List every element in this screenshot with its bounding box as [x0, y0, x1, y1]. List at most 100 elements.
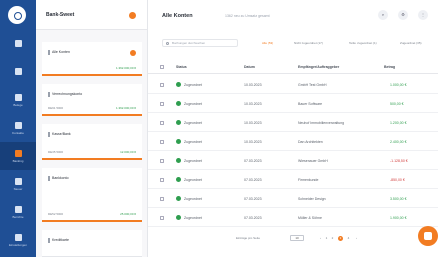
cell-status: Zugeordnet	[184, 159, 202, 163]
table-row[interactable]: Zugeordnet 07.03.2023 Wiesenauer GmbH -1.12…	[148, 152, 438, 170]
document-icon	[14, 93, 22, 101]
row-checkbox[interactable]	[160, 159, 164, 163]
cell-date: 10.03.2023	[244, 121, 262, 125]
filter-toolbar: Buchungen durchsuchen Alle (53) Nicht zu…	[148, 36, 438, 50]
page-prev-icon[interactable]: ‹	[318, 236, 323, 241]
cell-party: Firmenkunde	[298, 178, 319, 182]
drag-handle-icon	[48, 238, 50, 243]
assigned-status-icon	[176, 196, 181, 201]
table-row[interactable]: Zugeordnet 10.03.2023 GmbH Test GmbH 1.000,…	[148, 76, 438, 94]
table-row[interactable]: Zugeordnet 07.03.2023 Schneider Design 3.50…	[148, 190, 438, 208]
chart-icon	[14, 205, 22, 213]
column-header-date[interactable]: Datum	[244, 65, 255, 69]
row-checkbox[interactable]	[160, 121, 164, 125]
cell-status: Zugeordnet	[184, 197, 202, 201]
cell-date: 07.03.2023	[244, 216, 262, 220]
cell-party: Schneider Design	[298, 197, 326, 201]
column-header-status[interactable]: Status	[176, 65, 187, 69]
card-iban: DE91 5000	[48, 106, 64, 110]
notification-badge[interactable]	[129, 12, 136, 19]
panel-header: Bank-Sweet	[36, 0, 147, 30]
app-logo-icon[interactable]	[8, 6, 26, 24]
rail-item-kontakte[interactable]: Kontakte	[0, 114, 36, 142]
table-row[interactable]: Zugeordnet 07.03.2023 Firmenkunde -850,00 €	[148, 171, 438, 189]
assigned-status-icon	[176, 82, 181, 87]
row-checkbox[interactable]	[160, 83, 164, 87]
card-balance: 1.362.000,00 €	[115, 106, 136, 110]
account-card[interactable]: Bankkonto DE52 5000 25.000,00 €	[42, 168, 142, 222]
filter-chip-partial[interactable]: Teilw. zugeordnet (1)	[349, 41, 377, 45]
cell-party: Wiesenauer GmbH	[298, 159, 328, 163]
settings-button[interactable]: ⚙	[398, 10, 408, 20]
cell-status: Zugeordnet	[184, 121, 202, 125]
cell-amount: 1.200,00 €	[390, 121, 407, 125]
account-card[interactable]: Kasse/Bank DE35 5000 12.000,00 €	[42, 124, 142, 160]
more-button[interactable]: ⋮	[418, 10, 428, 20]
page-button[interactable]: 4	[346, 236, 351, 241]
select-all-checkbox[interactable]	[160, 65, 164, 69]
cell-status: Zugeordnet	[184, 178, 202, 182]
column-header-party[interactable]: Empfänger/Auftraggeber	[298, 65, 339, 69]
rail-item-belege[interactable]: Belege	[0, 86, 36, 114]
rail-label: Belege	[13, 102, 23, 107]
cell-party: GmbH Test GmbH	[298, 83, 327, 87]
pager-label: Einträge pro Seite	[236, 236, 261, 240]
cell-party: Bauer Software	[298, 102, 323, 106]
card-name: Alle Konten	[52, 50, 70, 54]
rail-item-steuer[interactable]: Steuer	[0, 170, 36, 198]
status-dot-icon	[130, 50, 136, 56]
row-checkbox[interactable]	[160, 197, 164, 201]
row-checkbox[interactable]	[160, 178, 164, 182]
page-button[interactable]: 2	[330, 236, 335, 241]
rail-item-home[interactable]	[0, 30, 36, 58]
rail-label: Banking	[12, 158, 24, 163]
search-icon	[166, 42, 169, 45]
column-header-amount[interactable]: Betrag	[384, 65, 395, 69]
page-next-icon[interactable]: ›	[354, 236, 359, 241]
card-iban: DE52 5000	[48, 212, 64, 216]
search-button[interactable]: ⌕	[378, 10, 388, 20]
panel-title: Bank-Sweet	[46, 12, 75, 18]
banking-icon	[14, 149, 22, 157]
cell-status: Zugeordnet	[184, 102, 202, 106]
table-row[interactable]: Zugeordnet 07.03.2023 Müller & Söhne 1.900,…	[148, 209, 438, 227]
drag-handle-icon	[48, 50, 50, 55]
cell-date: 10.03.2023	[244, 102, 262, 106]
row-checkbox[interactable]	[160, 140, 164, 144]
rail-item-banking[interactable]: Banking	[0, 142, 36, 170]
row-checkbox[interactable]	[160, 216, 164, 220]
table-row[interactable]: Zugeordnet 10.03.2023 Bauer Software 500,00…	[148, 95, 438, 113]
page-title: Alle Konten	[162, 13, 193, 19]
page-button-active[interactable]: 3	[338, 236, 343, 241]
table-row[interactable]: Zugeordnet 10.03.2023 Neuhof Immobilienver…	[148, 114, 438, 132]
drag-handle-icon	[48, 132, 50, 137]
account-card[interactable]: Verrechnungskonto DE91 5000 1.362.000,00…	[42, 84, 142, 116]
filter-chip-all[interactable]: Alle (53)	[262, 41, 273, 45]
cell-party: Müller & Söhne	[298, 216, 322, 220]
table-row[interactable]: Zugeordnet 10.03.2023 Dan Architekten 2.400…	[148, 133, 438, 151]
rail-item-settings[interactable]: Einstellungen	[0, 226, 36, 254]
cell-date: 07.03.2023	[244, 159, 262, 163]
filter-chip-unassigned[interactable]: Nicht zugeordnet (17)	[294, 41, 323, 45]
cell-status: Zugeordnet	[184, 140, 202, 144]
rail-label: Kontakte	[12, 130, 24, 135]
drag-handle-icon	[48, 176, 50, 181]
card-balance: 12.000,00 €	[120, 150, 136, 154]
per-page-select[interactable]: 10	[290, 235, 304, 241]
cell-amount: -1.128,50 €	[390, 159, 408, 163]
settings-icon	[14, 233, 22, 241]
page-button[interactable]: 1	[324, 236, 329, 241]
rail-item-berichte[interactable]: Berichte	[0, 198, 36, 226]
cell-party: Neuhof Immobilienverwaltung	[298, 121, 345, 125]
cell-date: 10.03.2023	[244, 83, 262, 87]
filter-chip-assigned[interactable]: Zugeordnet (35)	[400, 41, 422, 45]
search-input[interactable]: Buchungen durchsuchen	[162, 39, 238, 47]
chat-fab-button[interactable]	[418, 226, 438, 246]
account-card[interactable]: Kreditkarte	[42, 230, 142, 257]
rail-item-bank[interactable]	[0, 58, 36, 86]
assigned-status-icon	[176, 158, 181, 163]
account-card-all[interactable]: Alle Konten 1.362.000,00 €	[42, 42, 142, 76]
cell-date: 07.03.2023	[244, 197, 262, 201]
row-checkbox[interactable]	[160, 102, 164, 106]
assigned-status-icon	[176, 215, 181, 220]
